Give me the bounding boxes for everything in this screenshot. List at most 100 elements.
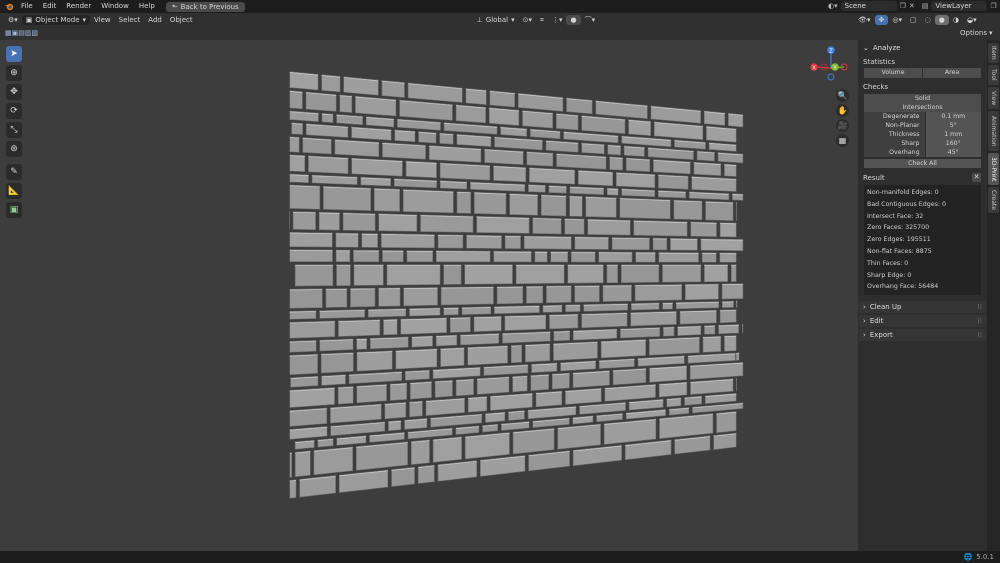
sharp-field[interactable]: 160° <box>925 139 981 148</box>
back-to-previous-button[interactable]: ⬑ Back to Previous <box>165 1 245 12</box>
result-thin-faces[interactable]: Thin Faces: 0 <box>864 258 981 270</box>
brick-wall-mesh[interactable] <box>268 68 748 528</box>
tab-create[interactable]: Create <box>988 187 999 213</box>
object-mode-dropdown[interactable]: ▣ Object Mode ▾ <box>21 14 91 25</box>
overhang-button[interactable]: Overhang <box>864 148 926 157</box>
result-non-flat-faces[interactable]: Non-flat Faces: 8875 <box>864 246 981 258</box>
brick <box>525 343 551 363</box>
pivot-point-icon[interactable]: ⊙▾ <box>519 15 536 25</box>
result-bad-contiguous-edges[interactable]: Bad Contiguous Edges: 0 <box>864 199 981 211</box>
pan-hand-icon[interactable]: ✋ <box>836 104 849 117</box>
result-intersect-face[interactable]: Intersect Face: 32 <box>864 211 981 223</box>
menu-add[interactable]: Add <box>144 15 166 25</box>
measure-tool-button[interactable]: 📐 <box>6 183 22 199</box>
sharp-button[interactable]: Sharp <box>864 139 926 148</box>
3d-viewport[interactable]: ➤ ⊕ ✥ ⟳ ⤡ ⊛ ✎ 📐 ▣ Z X Y 🔍 ✋ 🎥 ▦ <box>0 40 1000 551</box>
result-zero-edges[interactable]: Zero Edges: 195511 <box>864 234 981 246</box>
snap-target-icon[interactable]: ⋮▾ <box>548 15 567 25</box>
edit-panel-header[interactable]: › Edit ⁞⁞ <box>859 315 986 328</box>
new-scene-icon[interactable]: ❐ <box>900 2 906 10</box>
drag-handle-icon[interactable]: ⁞⁞ <box>978 331 982 339</box>
menu-render[interactable]: Render <box>61 0 96 13</box>
grid-perspective-icon[interactable]: ▦ <box>836 134 849 147</box>
xray-toggle-icon[interactable]: ▢ <box>906 15 921 25</box>
falloff-icon[interactable]: ⌒▾ <box>581 15 600 25</box>
brick <box>299 475 336 498</box>
brick <box>550 251 569 263</box>
editor-type-dropdown[interactable]: ⚙▾ <box>4 15 22 25</box>
tab-item[interactable]: Item <box>988 43 999 63</box>
non-planar-field[interactable]: 5° <box>925 121 981 130</box>
brick <box>410 381 432 400</box>
camera-icon[interactable]: 🎥 <box>836 119 849 132</box>
overlay-toggle-icon[interactable]: ◎▾ <box>888 15 906 25</box>
drag-handle-icon[interactable]: ⁞⁞ <box>978 303 982 311</box>
scale-tool-button[interactable]: ⤡ <box>6 122 22 138</box>
rotate-tool-button[interactable]: ⟳ <box>6 103 22 119</box>
menu-help[interactable]: Help <box>134 0 160 13</box>
result-zero-faces[interactable]: Zero Faces: 325700 <box>864 222 981 234</box>
overhang-field[interactable]: 45° <box>925 148 981 157</box>
annotate-tool-button[interactable]: ✎ <box>6 164 22 180</box>
gizmo-toggle-icon[interactable]: ✥ <box>874 14 889 25</box>
blender-logo-icon[interactable] <box>2 0 16 13</box>
degenerate-button[interactable]: Degenerate <box>864 112 926 121</box>
solid-button[interactable]: Solid <box>864 94 981 103</box>
proportional-edit-icon[interactable]: ● <box>566 14 581 25</box>
chevron-right-icon: › <box>863 303 866 312</box>
check-all-button[interactable]: Check All <box>864 159 981 168</box>
menu-select[interactable]: Select <box>115 15 145 25</box>
add-cube-tool-button[interactable]: ▣ <box>6 202 22 218</box>
volume-button[interactable]: Volume <box>864 68 923 78</box>
edit-title: Edit <box>869 317 884 326</box>
select-tool-button[interactable]: ➤ <box>6 46 22 62</box>
visibility-icon[interactable]: 👁▾ <box>854 15 874 25</box>
brick <box>705 200 734 221</box>
tab-tool[interactable]: Tool <box>988 65 999 85</box>
result-overhang-face[interactable]: Overhang Face: 56484 <box>864 281 981 293</box>
export-panel-header[interactable]: › Export ⁞⁞ <box>859 329 986 342</box>
delete-scene-icon[interactable]: ✕ <box>909 2 915 10</box>
drag-handle-icon[interactable]: ⁞⁞ <box>978 317 982 325</box>
shading-material-icon[interactable]: ◑ <box>949 15 963 25</box>
menu-edit[interactable]: Edit <box>38 0 62 13</box>
thickness-field[interactable]: 1 mm <box>925 130 981 139</box>
clean-up-panel-header[interactable]: › Clean Up ⁞⁞ <box>859 301 986 314</box>
result-sharp-edge[interactable]: Sharp Edge: 0 <box>864 270 981 282</box>
area-button[interactable]: Area <box>923 68 981 78</box>
brick <box>348 371 403 385</box>
transform-tool-button[interactable]: ⊛ <box>6 141 22 157</box>
tab-animation[interactable]: Animation <box>988 111 999 151</box>
zoom-icon[interactable]: 🔍 <box>836 89 849 102</box>
tab-view[interactable]: View <box>988 87 999 109</box>
neg-z-handle[interactable] <box>827 73 835 81</box>
menu-object[interactable]: Object <box>166 15 197 25</box>
menu-file[interactable]: File <box>16 0 38 13</box>
brick <box>336 264 351 286</box>
non-planar-button[interactable]: Non-Planar <box>864 121 926 130</box>
new-view-layer-icon[interactable]: ❐ <box>990 2 996 10</box>
select-box-mode-icons[interactable]: ▦▣▤▥▧ <box>5 29 38 37</box>
move-tool-button[interactable]: ✥ <box>6 84 22 100</box>
result-non-manifold-edges[interactable]: Non-manifold Edges: 0 <box>864 187 981 199</box>
tab-3d-print[interactable]: 3D-Print <box>988 153 999 185</box>
options-dropdown[interactable]: Options ▾ <box>960 29 993 37</box>
menu-view[interactable]: View <box>90 15 115 25</box>
transform-orientation-dropdown[interactable]: ⊥ Global ▾ <box>473 15 519 25</box>
intersections-button[interactable]: Intersections <box>864 103 981 112</box>
thickness-button[interactable]: Thickness <box>864 130 926 139</box>
shading-rendered-icon[interactable]: ◒▾ <box>963 15 981 25</box>
clear-result-button[interactable]: ✕ <box>972 173 981 182</box>
snap-icon[interactable]: ⌗ <box>536 15 548 25</box>
shading-solid-icon[interactable]: ● <box>934 14 949 25</box>
analyze-panel-header[interactable]: ⌄ Analyze <box>858 42 987 54</box>
menu-window[interactable]: Window <box>96 0 134 13</box>
brick <box>609 156 623 171</box>
navigation-gizmo[interactable]: Z X Y <box>808 44 854 90</box>
degenerate-field[interactable]: 0.1 mm <box>925 112 981 121</box>
cursor-tool-button[interactable]: ⊕ <box>6 65 22 81</box>
view-layer-field[interactable]: ViewLayer <box>931 1 988 11</box>
shading-wireframe-icon[interactable]: ◌ <box>921 15 935 25</box>
top-menu-bar: File Edit Render Window Help ⬑ Back to P… <box>0 0 1000 13</box>
scene-field[interactable]: Scene <box>840 1 897 11</box>
